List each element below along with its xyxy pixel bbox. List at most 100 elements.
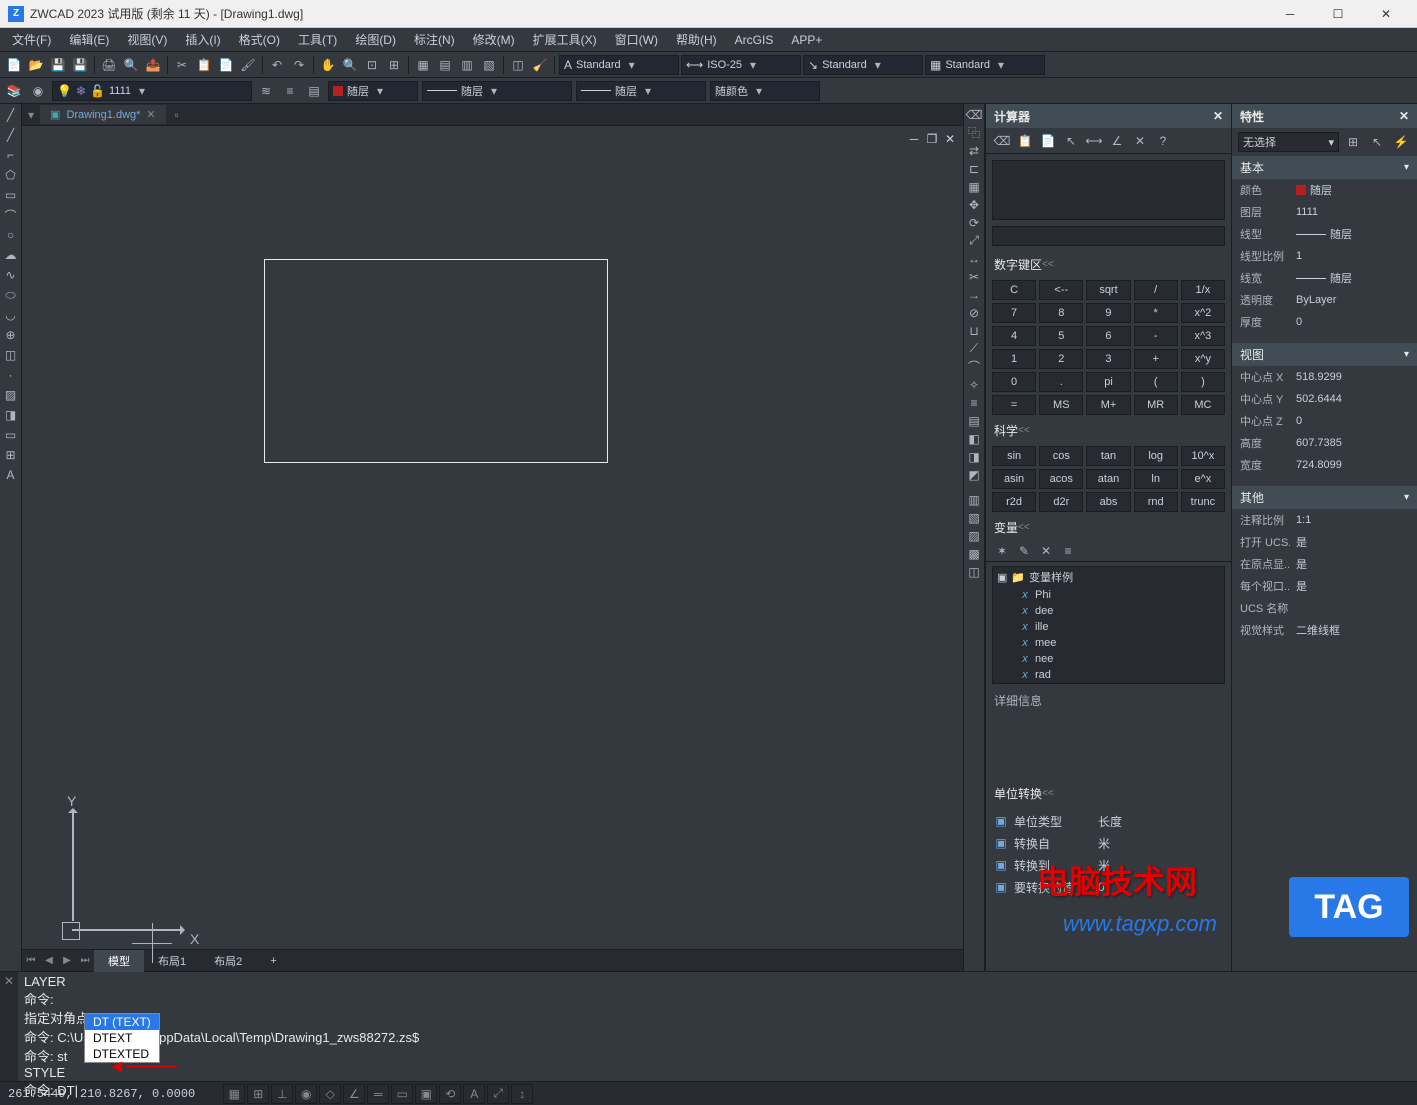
var-item[interactable]: xnee — [993, 651, 1224, 667]
tab-prev-icon[interactable]: ◀ — [40, 955, 58, 966]
copy-icon[interactable]: ⿻ — [964, 124, 984, 141]
open-icon[interactable]: 📂 — [26, 55, 46, 75]
sci-key[interactable]: e^x — [1181, 469, 1225, 489]
mirror-icon[interactable]: ⇄ — [964, 142, 984, 159]
property-row[interactable]: 注释比例1:1 — [1232, 509, 1417, 531]
add-layout-button[interactable]: + — [256, 952, 290, 970]
sci-key[interactable]: atan — [1086, 469, 1130, 489]
pickadd-icon[interactable]: ⊞ — [1343, 132, 1363, 152]
menu-item[interactable]: 窗口(W) — [607, 28, 666, 51]
viewport-close-icon[interactable]: ✕ — [943, 132, 957, 146]
saveas-icon[interactable]: 💾 — [70, 55, 90, 75]
unit-section-head[interactable]: 单位转换 — [986, 781, 1231, 806]
align-icon[interactable]: ≡ — [964, 394, 984, 411]
close-button[interactable]: ✕ — [1363, 0, 1409, 28]
zoomwin-icon[interactable]: ⊡ — [362, 55, 382, 75]
rotate-icon[interactable]: ⟳ — [964, 214, 984, 231]
sci-key[interactable]: ln — [1134, 469, 1178, 489]
erase-icon[interactable]: ⌫ — [964, 106, 984, 123]
layout2-tab[interactable]: 布局2 — [200, 950, 256, 972]
calc-key[interactable]: MR — [1134, 395, 1178, 415]
calc-key[interactable]: 7 — [992, 303, 1036, 323]
calc-key[interactable]: . — [1039, 372, 1083, 392]
chamfer-icon[interactable]: ⟋ — [964, 340, 984, 357]
cleanup-icon[interactable]: 🧹 — [530, 55, 550, 75]
var-edit-icon[interactable]: ✎ — [1014, 541, 1034, 561]
calc-key[interactable]: MC — [1181, 395, 1225, 415]
property-row[interactable]: 颜色随层 — [1232, 179, 1417, 201]
sci-key[interactable]: asin — [992, 469, 1036, 489]
undo-icon[interactable]: ↶ — [267, 55, 287, 75]
calc-key[interactable]: 4 — [992, 326, 1036, 346]
menu-item[interactable]: 插入(I) — [177, 28, 228, 51]
layermatch-icon[interactable]: ≋ — [256, 81, 276, 101]
menu-item[interactable]: 扩展工具(X) — [525, 28, 605, 51]
gradient-icon[interactable]: ◨ — [1, 406, 21, 424]
viewport-restore-icon[interactable]: ❐ — [925, 132, 939, 146]
menu-item[interactable]: 视图(V) — [119, 28, 175, 51]
sci-key[interactable]: 10^x — [1181, 446, 1225, 466]
layer4-icon[interactable]: ▩ — [964, 545, 984, 562]
ed2-icon[interactable]: ◨ — [964, 448, 984, 465]
sci-key[interactable]: d2r — [1039, 492, 1083, 512]
calc-key[interactable]: <-- — [1039, 280, 1083, 300]
maximize-button[interactable]: ☐ — [1315, 0, 1361, 28]
calc-key[interactable]: = — [992, 395, 1036, 415]
xline-icon[interactable]: ╱ — [1, 126, 21, 144]
expand-icon[interactable]: ▣ — [994, 858, 1008, 872]
expand-icon[interactable]: ▣ — [994, 814, 1008, 828]
toolpal-icon[interactable]: ▥ — [457, 55, 477, 75]
var-item[interactable]: xille — [993, 619, 1224, 635]
autocomplete-item[interactable]: DTEXT — [85, 1030, 159, 1046]
circle-icon[interactable]: ○ — [1, 226, 21, 244]
calc-key[interactable]: 6 — [1086, 326, 1130, 346]
offset-icon[interactable]: ⊏ — [964, 160, 984, 177]
property-row[interactable]: 线型随层 — [1232, 223, 1417, 245]
layer2-icon[interactable]: ▧ — [964, 509, 984, 526]
stretch-icon[interactable]: ↔ — [964, 250, 984, 267]
line-icon[interactable]: ╱ — [1, 106, 21, 124]
menu-item[interactable]: 编辑(E) — [61, 28, 117, 51]
section-head[interactable]: 基本▾ — [1232, 156, 1417, 179]
zoom-icon[interactable]: 🔍 — [340, 55, 360, 75]
preview-icon[interactable]: 🔍 — [121, 55, 141, 75]
layer-combo[interactable]: 💡 ❄ 🔓 1111 ▾ — [52, 81, 252, 101]
calc-help-icon[interactable]: ? — [1153, 131, 1173, 151]
var-item[interactable]: xdee — [993, 603, 1224, 619]
section-head[interactable]: 其他▾ — [1232, 486, 1417, 509]
vars-section-head[interactable]: 变量 — [986, 515, 1231, 540]
polygon-icon[interactable]: ⬠ — [1, 166, 21, 184]
property-row[interactable]: UCS 名称 — [1232, 597, 1417, 619]
layer5-icon[interactable]: ◫ — [964, 563, 984, 580]
plotstyle-combo[interactable]: 随颜色 ▾ — [710, 81, 820, 101]
redo-icon[interactable]: ↷ — [289, 55, 309, 75]
polyline-icon[interactable]: ⌐ — [1, 146, 21, 164]
publish-icon[interactable]: 📤 — [143, 55, 163, 75]
arc-icon[interactable]: ⌒ — [1, 206, 21, 224]
close-tab-icon[interactable]: ✕ — [146, 108, 155, 121]
table-icon[interactable]: ⊞ — [1, 446, 21, 464]
calc-getdist-icon[interactable]: ⟷ — [1084, 131, 1104, 151]
var-item[interactable]: xmee — [993, 635, 1224, 651]
var-tree[interactable]: ▣📁变量样例 xPhixdeexillexmeexneexrad — [992, 566, 1225, 684]
linetype-combo[interactable]: 随层 ▾ — [422, 81, 572, 101]
calc-key[interactable]: x^2 — [1181, 303, 1225, 323]
property-row[interactable]: 中心点 Y502.6444 — [1232, 388, 1417, 410]
science-section-head[interactable]: 科学 — [986, 418, 1231, 443]
property-row[interactable]: 高度607.7385 — [1232, 432, 1417, 454]
sci-key[interactable]: rnd — [1134, 492, 1178, 512]
property-row[interactable]: 线型比例1 — [1232, 245, 1417, 267]
menu-item[interactable]: 工具(T) — [290, 28, 345, 51]
ellipse-icon[interactable]: ⬭ — [1, 286, 21, 304]
sci-key[interactable]: acos — [1039, 469, 1083, 489]
array-icon[interactable]: ▦ — [964, 178, 984, 195]
calc-key[interactable]: pi — [1086, 372, 1130, 392]
layerprop-icon[interactable]: 📚 — [4, 81, 24, 101]
calc-key[interactable]: ) — [1181, 372, 1225, 392]
minimize-button[interactable]: ─ — [1267, 0, 1313, 28]
menu-item[interactable]: 格式(O) — [231, 28, 288, 51]
table-style-combo[interactable]: ▦ Standard ▾ — [925, 55, 1045, 75]
menu-item[interactable]: APP+ — [783, 30, 830, 50]
extend-icon[interactable]: → — [964, 286, 984, 303]
var-new-icon[interactable]: ✶ — [992, 541, 1012, 561]
